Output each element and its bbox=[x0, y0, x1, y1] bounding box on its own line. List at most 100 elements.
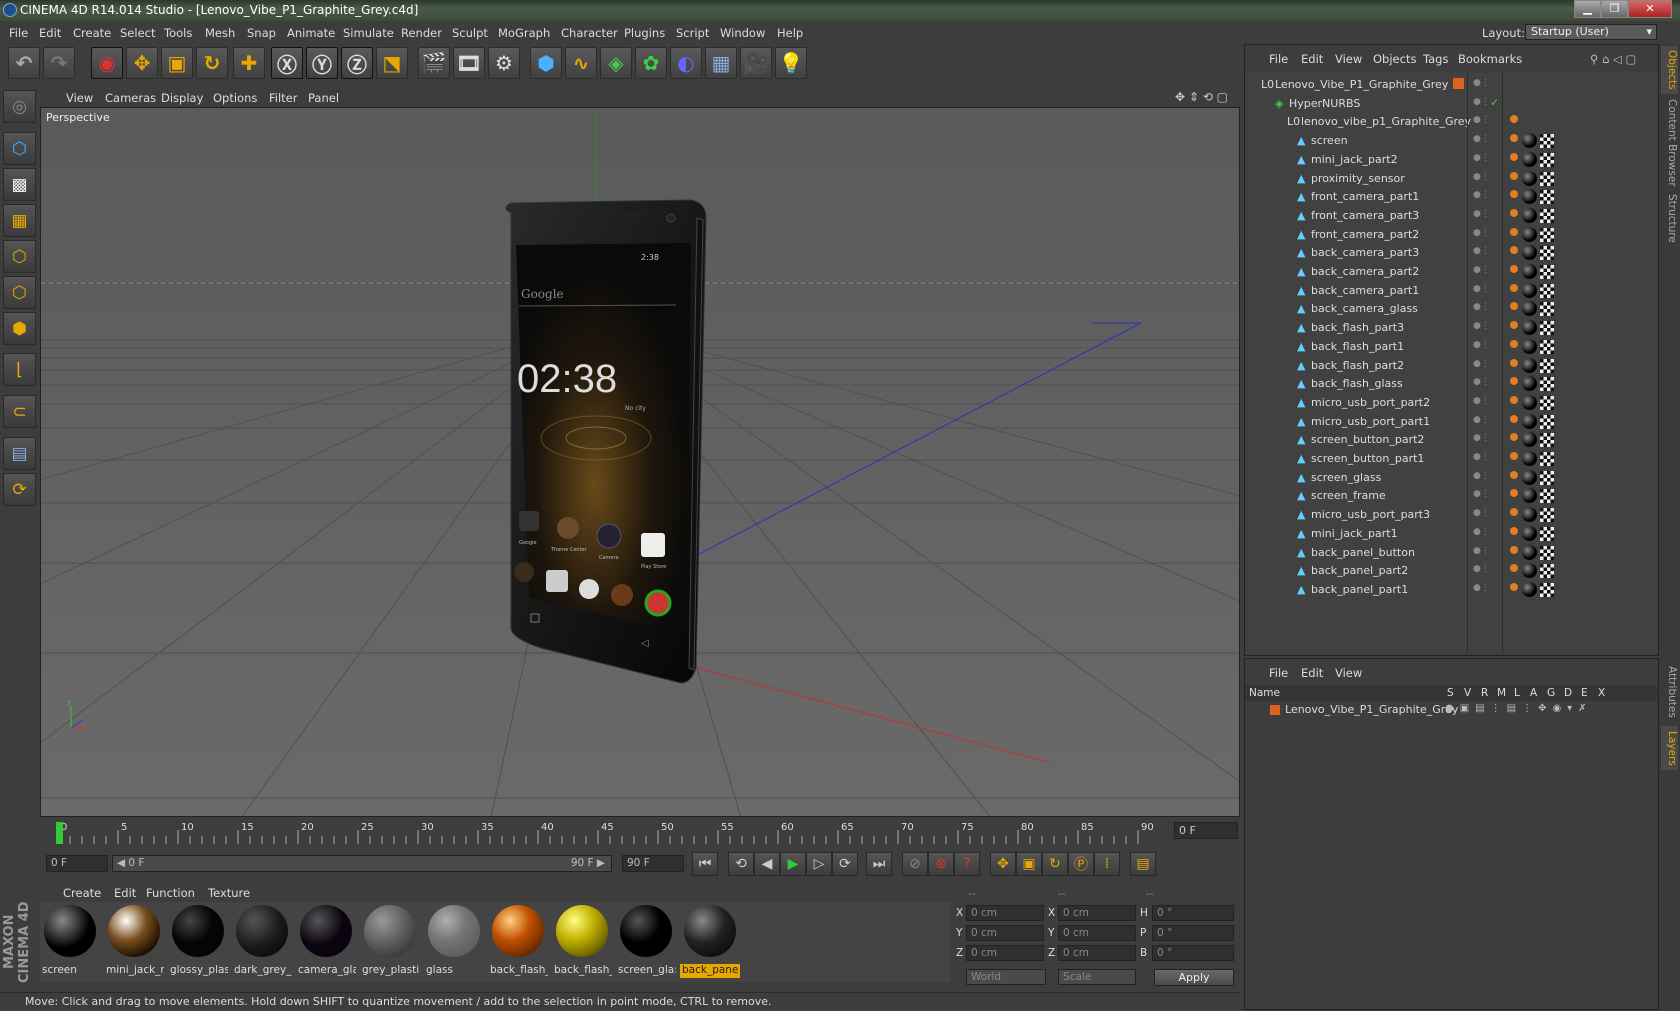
floor-icon[interactable]: ▦ bbox=[705, 47, 737, 79]
menu-script[interactable]: Script bbox=[676, 26, 709, 40]
phong-tag-icon[interactable] bbox=[1510, 582, 1518, 591]
light-icon[interactable]: 💡 bbox=[775, 47, 807, 79]
visibility-dots-icon[interactable]: ●⋮ bbox=[1473, 209, 1490, 219]
record-keys-icon[interactable]: ⊘ bbox=[902, 852, 928, 876]
workplane-lock-icon[interactable]: ▤ bbox=[3, 437, 36, 470]
visibility-dots-icon[interactable]: ●⋮ bbox=[1473, 546, 1490, 556]
material-swatch[interactable]: grey_plasti bbox=[360, 902, 420, 978]
tab-content-browser[interactable]: Content Browser bbox=[1661, 98, 1678, 188]
phong-tag-icon[interactable] bbox=[1510, 489, 1518, 498]
visibility-dots-icon[interactable]: ●⋮ bbox=[1473, 78, 1490, 88]
object-row[interactable]: ▲ front_camera_part3 ●⋮ bbox=[1245, 206, 1658, 226]
texture-tag-icon[interactable] bbox=[1540, 526, 1554, 541]
mat-menu-function[interactable]: Function bbox=[146, 886, 195, 900]
phong-tag-icon[interactable] bbox=[1510, 208, 1518, 217]
material-swatch[interactable]: dark_grey_ bbox=[232, 902, 292, 978]
object-name[interactable]: back_flash_glass bbox=[1311, 377, 1403, 390]
layer-row[interactable]: Lenovo_Vibe_P1_Graphite_Grey ●▣▤⋮▤⋮✥◉▾✗ bbox=[1245, 701, 1658, 719]
workplane-icon[interactable]: ▦ bbox=[3, 204, 36, 237]
visibility-dots-icon[interactable]: ●⋮ bbox=[1473, 97, 1490, 107]
layer-menu-file[interactable]: File bbox=[1269, 666, 1288, 680]
phong-tag-icon[interactable] bbox=[1510, 134, 1518, 143]
phong-tag-icon[interactable] bbox=[1510, 358, 1518, 367]
object-row[interactable]: ▲ front_camera_part1 ●⋮ bbox=[1245, 187, 1658, 207]
timeline-window-icon[interactable]: ▤ bbox=[1130, 852, 1156, 876]
axis-mode-icon[interactable]: ⌊ bbox=[3, 353, 36, 386]
mat-menu-texture[interactable]: Texture bbox=[208, 886, 250, 900]
coord-space-select[interactable]: World bbox=[966, 969, 1046, 985]
visibility-dots-icon[interactable]: ●⋮ bbox=[1473, 134, 1490, 144]
render-picture-viewer-icon[interactable]: 🎞 bbox=[453, 47, 485, 79]
end-frame-field[interactable]: 90 F bbox=[622, 855, 684, 872]
layer-name[interactable]: Lenovo_Vibe_P1_Graphite_Grey bbox=[1285, 703, 1458, 716]
object-name[interactable]: front_camera_part3 bbox=[1311, 209, 1419, 222]
material-swatch[interactable]: mini_jack_r bbox=[104, 902, 164, 978]
make-editable-icon[interactable]: ◎ bbox=[3, 90, 36, 123]
nurbs-icon[interactable]: ◈ bbox=[600, 47, 632, 79]
vp-menu-options[interactable]: Options bbox=[213, 91, 257, 105]
object-row[interactable]: ▲ back_flash_part2 ●⋮ bbox=[1245, 356, 1658, 376]
size-z-field[interactable]: 0 cm bbox=[1058, 945, 1136, 961]
menu-edit[interactable]: Edit bbox=[39, 26, 61, 40]
material-tag-icon[interactable] bbox=[1522, 207, 1537, 223]
phong-tag-icon[interactable] bbox=[1510, 265, 1518, 273]
texture-tag-icon[interactable] bbox=[1540, 545, 1554, 560]
material-tag-icon[interactable] bbox=[1522, 432, 1537, 448]
object-name[interactable]: micro_usb_port_part1 bbox=[1311, 415, 1430, 428]
layer-color-swatch[interactable] bbox=[1270, 705, 1280, 715]
material-tag-icon[interactable] bbox=[1522, 170, 1537, 186]
obj-menu-edit[interactable]: Edit bbox=[1301, 52, 1323, 66]
play-icon[interactable]: ▶ bbox=[780, 852, 806, 876]
texture-tag-icon[interactable] bbox=[1540, 508, 1554, 523]
range-slider[interactable]: ◀ 0 F 90 F ▶ bbox=[112, 855, 612, 872]
vp-menu-filter[interactable]: Filter bbox=[269, 91, 297, 105]
texture-tag-icon[interactable] bbox=[1540, 489, 1554, 504]
material-tag-icon[interactable] bbox=[1522, 581, 1537, 597]
material-tag-icon[interactable] bbox=[1522, 507, 1537, 523]
texture-tag-icon[interactable] bbox=[1540, 302, 1554, 317]
visibility-dots-icon[interactable]: ●⋮ bbox=[1473, 228, 1490, 238]
polygons-mode-icon[interactable]: ⬢ bbox=[3, 312, 36, 345]
coord-mode-select[interactable]: Scale bbox=[1058, 969, 1136, 985]
phong-tag-icon[interactable] bbox=[1510, 508, 1518, 517]
menu-window[interactable]: Window bbox=[720, 26, 765, 40]
mat-menu-edit[interactable]: Edit bbox=[114, 886, 136, 900]
obj-menu-objects[interactable]: Objects bbox=[1373, 52, 1416, 66]
scale-icon[interactable]: ▣ bbox=[161, 47, 193, 79]
x-axis-icon[interactable]: Ⓧ bbox=[271, 47, 303, 79]
phong-tag-icon[interactable] bbox=[1510, 321, 1518, 330]
layer-toggle-icons[interactable]: ●▣▤⋮▤⋮✥◉▾✗ bbox=[1445, 703, 1593, 714]
object-row[interactable]: ▲ screen ●⋮ bbox=[1245, 131, 1658, 151]
close-button[interactable]: ✕ bbox=[1628, 0, 1672, 18]
visibility-dots-icon[interactable]: ●⋮ bbox=[1473, 471, 1490, 481]
size-y-field[interactable]: 0 cm bbox=[1058, 925, 1136, 941]
vp-menu-cameras[interactable]: Cameras bbox=[105, 91, 156, 105]
visibility-dots-icon[interactable]: ●⋮ bbox=[1473, 452, 1490, 462]
key-scale-icon[interactable]: ▣ bbox=[1016, 852, 1042, 876]
menu-simulate[interactable]: Simulate bbox=[343, 26, 394, 40]
menu-mesh[interactable]: Mesh bbox=[205, 26, 235, 40]
object-name[interactable]: back_flash_part2 bbox=[1311, 359, 1404, 372]
texture-tag-icon[interactable] bbox=[1540, 470, 1554, 485]
object-row[interactable]: ▲ mini_jack_part1 ●⋮ bbox=[1245, 524, 1658, 544]
menu-select[interactable]: Select bbox=[120, 26, 155, 40]
next-frame-icon[interactable]: ▷ bbox=[806, 852, 832, 876]
coordinate-system-icon[interactable]: ⬔ bbox=[376, 47, 408, 79]
object-row[interactable]: ▲ back_camera_part1 ●⋮ bbox=[1245, 281, 1658, 301]
menu-character[interactable]: Character bbox=[561, 26, 618, 40]
phong-tag-icon[interactable] bbox=[1510, 564, 1518, 573]
spline-pen-icon[interactable]: ∿ bbox=[565, 47, 597, 79]
phong-tag-icon[interactable] bbox=[1510, 414, 1518, 423]
rotate-icon[interactable]: ↻ bbox=[196, 47, 228, 79]
texture-tag-icon[interactable] bbox=[1540, 321, 1554, 336]
vp-menu-panel[interactable]: Panel bbox=[308, 91, 339, 105]
animation-icon[interactable]: ⟳ bbox=[3, 473, 36, 506]
snap-magnet-icon[interactable]: ⊂ bbox=[3, 395, 36, 428]
texture-tag-icon[interactable] bbox=[1540, 564, 1554, 579]
visibility-dots-icon[interactable]: ●⋮ bbox=[1473, 415, 1490, 425]
visibility-dots-icon[interactable]: ●⋮ bbox=[1473, 190, 1490, 200]
obj-menu-bookmarks[interactable]: Bookmarks bbox=[1458, 52, 1522, 66]
object-name[interactable]: back_camera_part3 bbox=[1311, 246, 1419, 259]
object-row[interactable]: ▲ back_panel_part2 ●⋮ bbox=[1245, 561, 1658, 581]
perspective-viewport[interactable]: 2:38 Google 02:38 No city Google Theme C… bbox=[40, 107, 1240, 817]
